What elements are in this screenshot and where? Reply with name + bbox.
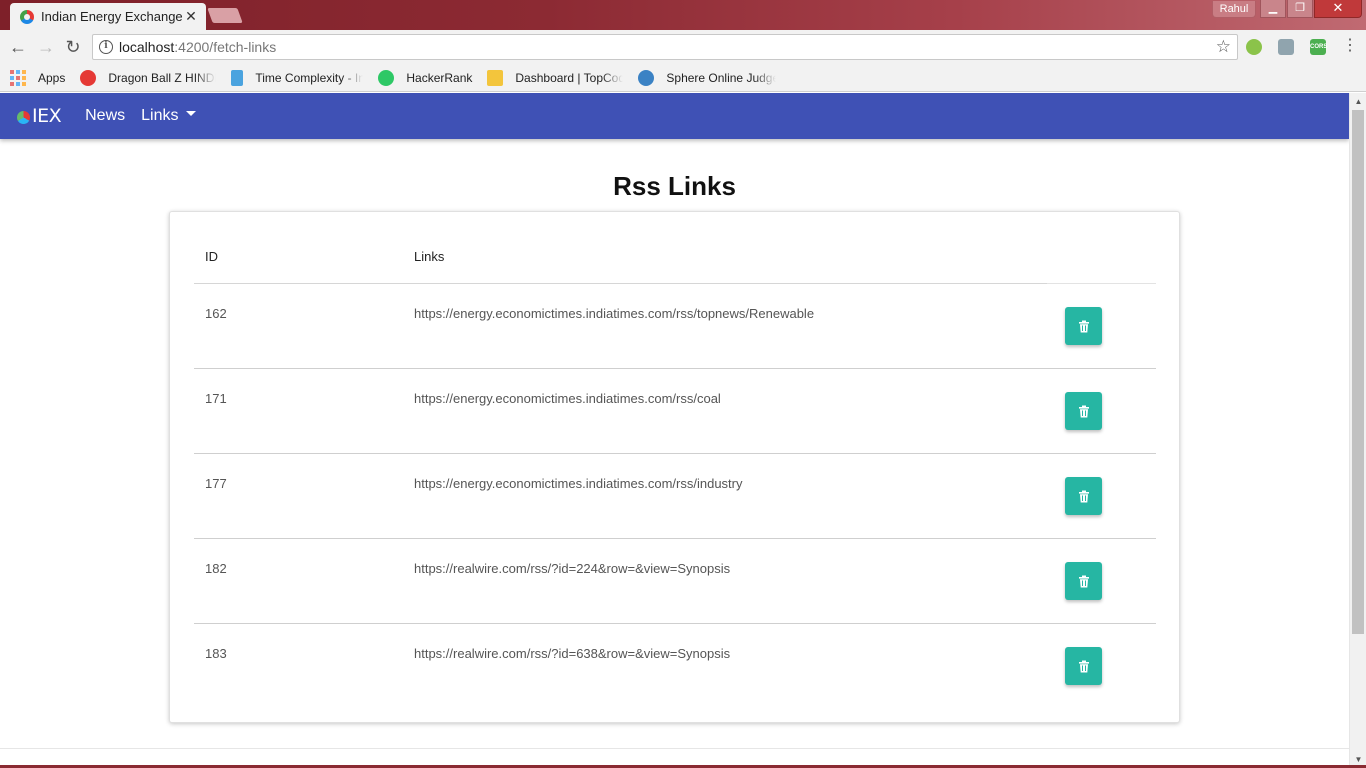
bookmark-dragonball[interactable]: Dragon Ball Z HINDI xyxy=(80,69,217,86)
table-row: 182 https://realwire.com/rss/?id=224&row… xyxy=(194,539,1156,624)
brand-link[interactable]: IEX xyxy=(17,105,62,127)
back-arrow-icon[interactable]: ← xyxy=(6,35,30,59)
bookmarks-bar: Apps Dragon Ball Z HINDI Time Complexity… xyxy=(0,64,1366,92)
bookmark-label: Dragon Ball Z HINDI xyxy=(108,70,217,85)
bookmark-label: Time Complexity - In xyxy=(255,70,364,85)
new-tab-button[interactable] xyxy=(207,8,243,23)
delete-button[interactable] xyxy=(1065,392,1102,430)
iex-logo-icon xyxy=(17,111,30,124)
table-header: ID Links xyxy=(194,212,1156,284)
extension-2-icon[interactable] xyxy=(1278,39,1294,55)
row-id: 171 xyxy=(205,391,227,406)
table-row: 177 https://energy.economictimes.indiati… xyxy=(194,454,1156,539)
brand-text: IEX xyxy=(32,105,62,127)
address-bar[interactable]: i localhost:4200/fetch-links ☆ xyxy=(92,34,1238,60)
window-close-button[interactable]: ✕ xyxy=(1314,0,1362,18)
trash-icon xyxy=(1078,490,1089,502)
row-link: https://realwire.com/rss/?id=638&row=&vi… xyxy=(414,646,731,661)
row-id: 182 xyxy=(205,561,227,576)
bookmark-label: HackerRank xyxy=(406,70,473,85)
iex-favicon-icon xyxy=(20,9,34,24)
column-header-id: ID xyxy=(205,249,218,264)
nav-links-label: Links xyxy=(141,107,179,124)
interviewbit-icon xyxy=(231,69,244,86)
trash-icon xyxy=(1078,320,1089,332)
links-table-card: ID Links 162 https://energy.economictime… xyxy=(169,211,1180,723)
delete-button[interactable] xyxy=(1065,477,1102,515)
trash-icon xyxy=(1078,405,1089,417)
row-link: https://energy.economictimes.indiatimes.… xyxy=(414,391,721,406)
browser-toolbar: ← → ↻ i localhost:4200/fetch-links ☆ COR… xyxy=(0,30,1366,64)
scrollbar-thumb[interactable] xyxy=(1352,110,1364,634)
reload-icon[interactable]: ↻ xyxy=(61,35,85,59)
trash-icon xyxy=(1078,575,1089,587)
page-viewport: IEX News Links Rss Links ID Links 162 ht… xyxy=(0,93,1349,768)
table-row: 162 https://energy.economictimes.indiati… xyxy=(194,284,1156,369)
bookmark-label: Dashboard | TopCoder xyxy=(515,70,624,85)
scroll-up-icon[interactable]: ▲ xyxy=(1350,93,1366,110)
hackerrank-icon xyxy=(378,69,395,86)
row-id: 177 xyxy=(205,476,227,491)
bookmark-apps[interactable]: Apps xyxy=(10,69,66,86)
delete-button[interactable] xyxy=(1065,562,1102,600)
profile-button[interactable]: Rahul xyxy=(1212,1,1256,18)
row-link: https://realwire.com/rss/?id=224&row=&vi… xyxy=(414,561,731,576)
caret-down-icon xyxy=(185,111,196,117)
apps-grid-icon xyxy=(10,69,26,86)
folder-icon xyxy=(487,69,504,86)
column-header-links: Links xyxy=(414,249,445,264)
page-footer-divider xyxy=(0,748,1349,749)
row-id: 162 xyxy=(205,306,227,321)
bookmark-hackerrank[interactable]: HackerRank xyxy=(378,69,473,86)
extension-1-icon[interactable] xyxy=(1246,39,1262,55)
url-host: localhost xyxy=(119,39,175,55)
url-path: :4200/fetch-links xyxy=(174,39,277,55)
browser-menu-icon[interactable]: ⋮ xyxy=(1342,38,1358,54)
tab-close-icon[interactable]: ✕ xyxy=(184,8,198,25)
table-row: 171 https://energy.economictimes.indiati… xyxy=(194,369,1156,454)
site-info-icon[interactable]: i xyxy=(99,40,113,54)
app-navbar: IEX News Links xyxy=(0,93,1349,139)
restore-button[interactable]: ❐ xyxy=(1287,0,1313,18)
nav-links-dropdown[interactable]: Links xyxy=(141,107,196,125)
bookmark-time-complexity[interactable]: Time Complexity - In xyxy=(231,69,364,86)
row-link: https://energy.economictimes.indiatimes.… xyxy=(414,476,743,491)
row-id: 183 xyxy=(205,646,227,661)
forward-arrow-icon[interactable]: → xyxy=(34,35,58,59)
bookmark-star-icon[interactable]: ☆ xyxy=(1216,37,1231,57)
delete-button[interactable] xyxy=(1065,307,1102,345)
cors-extension-icon[interactable]: CORS xyxy=(1310,39,1327,55)
delete-button[interactable] xyxy=(1065,647,1102,685)
row-link: https://energy.economictimes.indiatimes.… xyxy=(414,306,815,321)
bookmark-label: Sphere Online Judge xyxy=(666,70,777,85)
nav-news[interactable]: News xyxy=(85,107,125,125)
page-title: Rss Links xyxy=(613,171,736,201)
minimize-button[interactable]: ▁ xyxy=(1260,0,1286,18)
tab-title: Indian Energy Exchange xyxy=(41,9,183,24)
table-row: 183 https://realwire.com/rss/?id=638&row… xyxy=(194,624,1156,709)
dragonball-icon xyxy=(80,69,97,86)
bookmark-label: Apps xyxy=(38,70,66,85)
bookmark-spoj[interactable]: Sphere Online Judge xyxy=(638,69,777,86)
browser-titlebar: Indian Energy Exchange ✕ Rahul ▁ ❐ ✕ xyxy=(0,0,1366,30)
spoj-icon xyxy=(638,69,655,86)
trash-icon xyxy=(1078,660,1089,672)
browser-tab[interactable]: Indian Energy Exchange ✕ xyxy=(10,3,206,30)
bookmark-topcoder[interactable]: Dashboard | TopCoder xyxy=(487,69,624,86)
page-scrollbar[interactable]: ▲ ▼ xyxy=(1349,93,1366,768)
